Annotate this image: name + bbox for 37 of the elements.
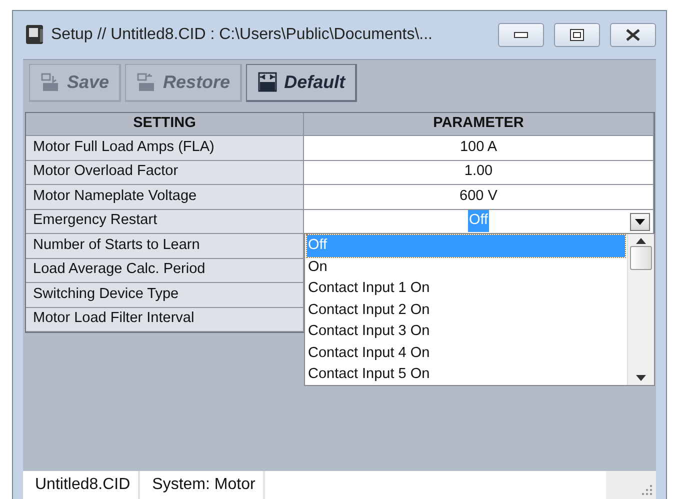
status-text: System: Motor xyxy=(140,471,266,499)
dropdown-option[interactable]: Contact Input 4 On xyxy=(307,342,625,365)
setting-cell: Emergency Restart xyxy=(26,210,304,234)
setting-cell: Motor Full Load Amps (FLA) xyxy=(26,136,304,160)
scroll-up-icon[interactable] xyxy=(636,238,646,244)
setting-cell: Load Average Calc. Period xyxy=(26,258,304,283)
save-icon xyxy=(40,72,61,93)
dropdown-option[interactable]: On xyxy=(307,256,625,278)
setting-cell: Motor Overload Factor xyxy=(26,160,304,185)
dropdown-option[interactable]: Contact Input 1 On xyxy=(307,278,625,300)
dropdown-option[interactable]: Contact Input 3 On xyxy=(307,321,625,343)
close-icon xyxy=(625,29,641,41)
resize-grip-icon[interactable] xyxy=(606,471,656,499)
default-button[interactable]: Default xyxy=(246,64,358,102)
parameter-cell: 600 V xyxy=(304,185,654,210)
minimize-button[interactable] xyxy=(498,23,544,47)
setting-cell: Switching Device Type xyxy=(26,283,304,308)
setting-cell: Motor Load Filter Interval xyxy=(26,308,304,332)
default-icon xyxy=(257,72,278,93)
maximize-icon xyxy=(570,29,584,41)
close-button[interactable] xyxy=(610,23,656,47)
parameter-cell: 100 A xyxy=(304,136,654,160)
maximize-button[interactable] xyxy=(554,23,600,47)
dropdown-value: Off xyxy=(468,210,490,232)
status-text: Untitled8.CID xyxy=(23,471,140,499)
scroll-thumb[interactable] xyxy=(630,246,652,270)
setting-cell: Number of Starts to Learn xyxy=(26,234,304,258)
setting-cell: Motor Nameplate Voltage xyxy=(26,185,304,210)
dropdown-option[interactable]: Contact Input 5 On xyxy=(307,364,625,386)
app-icon xyxy=(25,24,45,46)
dropdown-list[interactable]: Off On Contact Input 1 On Contact Input 2 On Contact Input 3 On Contact Input 4 On Contact Input 5 On xyxy=(304,233,655,386)
scrollbar[interactable] xyxy=(627,234,654,385)
parameter-cell: 1.00 xyxy=(304,160,654,185)
scroll-down-icon[interactable] xyxy=(636,375,646,381)
minimize-icon xyxy=(514,32,528,38)
window-title: Setup // Untitled8.CID : C:\Users\Public\Documents\... xyxy=(51,25,434,45)
dropdown-option[interactable]: Contact Input 2 On xyxy=(307,300,625,322)
